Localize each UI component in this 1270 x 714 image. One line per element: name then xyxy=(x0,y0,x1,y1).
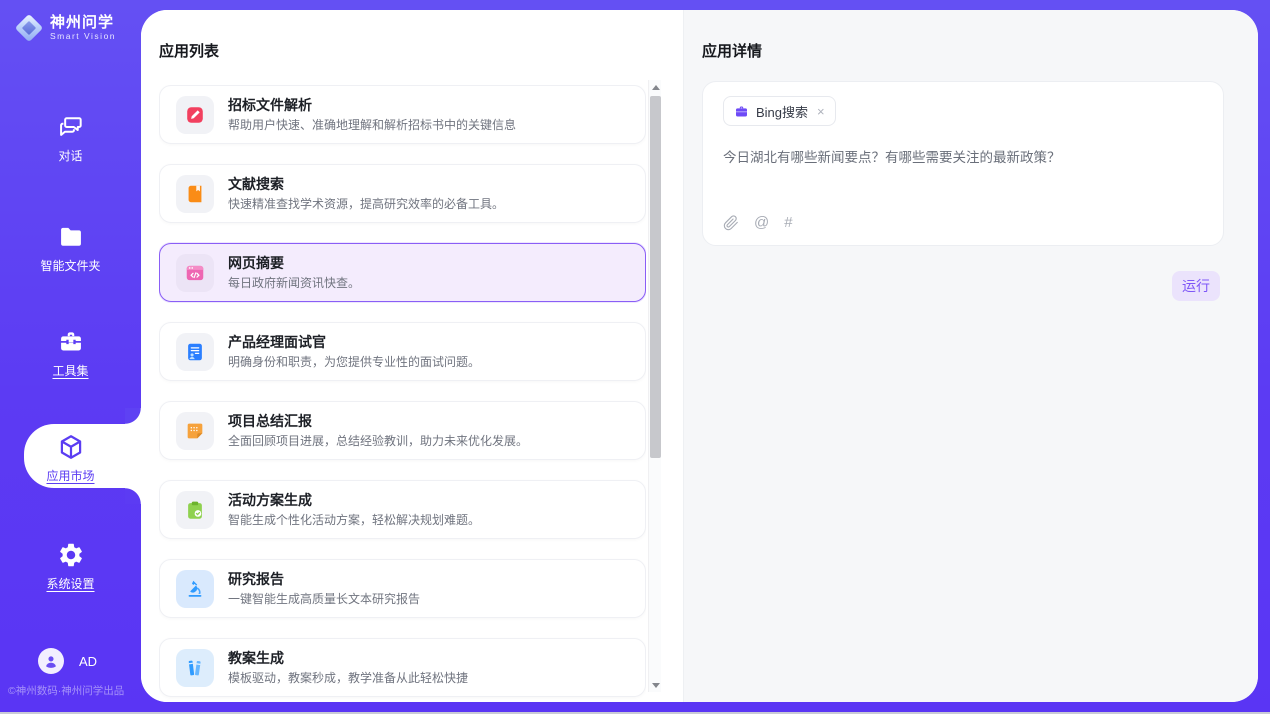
brand-logo: 神州问学 Smart Vision xyxy=(16,14,116,41)
book-icon xyxy=(176,175,214,213)
brand-name: 神州问学 xyxy=(50,14,116,31)
app-title: 产品经理面试官 xyxy=(228,334,480,351)
sidebar-item-toolbox[interactable]: 工具集 xyxy=(0,328,141,379)
edit-document-icon xyxy=(176,96,214,134)
sidebar-item-label: 对话 xyxy=(58,147,82,164)
app-card[interactable]: 项目总结汇报 全面回顾项目进展，总结经验教训，助力未来优化发展。 xyxy=(159,401,646,460)
briefcase-icon xyxy=(734,104,749,119)
app-description: 快速精准查找学术资源，提高研究效率的必备工具。 xyxy=(228,197,504,211)
gear-icon xyxy=(57,541,85,569)
sidebar-item-label: 工具集 xyxy=(52,362,88,379)
app-title: 招标文件解析 xyxy=(228,97,516,114)
app-card[interactable]: 产品经理面试官 明确身份和职责，为您提供专业性的面试问题。 xyxy=(159,322,646,381)
scroll-up-arrow-icon[interactable] xyxy=(649,80,662,94)
run-button[interactable]: 运行 xyxy=(1172,271,1220,301)
app-detail-section: 应用详情 Bing搜索 × 今日湖北有哪些新闻要点？有哪些需要关注的最新政策？ … xyxy=(683,10,1258,702)
list-scrollbar[interactable] xyxy=(648,80,661,692)
composer-toolbar: @# xyxy=(723,215,1203,231)
bubble-corner-top xyxy=(125,408,141,424)
app-card-list: 招标文件解析 帮助用户快速、准确地理解和解析招标书中的关键信息 文献搜索 快速精… xyxy=(159,85,646,702)
books-icon xyxy=(176,649,214,687)
chat-icon xyxy=(57,113,85,141)
sidebar-item-cube[interactable]: 应用市场 xyxy=(0,433,141,484)
app-description: 智能生成个性化活动方案，轻松解决规划难题。 xyxy=(228,513,480,527)
microscope-icon xyxy=(176,570,214,608)
sidebar-item-chat[interactable]: 对话 xyxy=(0,113,141,164)
scrollbar-thumb[interactable] xyxy=(650,96,661,458)
interview-doc-icon xyxy=(176,333,214,371)
toolbox-icon xyxy=(57,328,85,356)
app-list-title: 应用列表 xyxy=(159,40,219,61)
clipboard-check-icon xyxy=(176,491,214,529)
tool-tag-bing-search[interactable]: Bing搜索 × xyxy=(723,96,836,126)
sidebar-item-label: 应用市场 xyxy=(46,467,94,484)
sidebar-item-gear[interactable]: 系统设置 xyxy=(0,541,141,592)
note-icon xyxy=(176,412,214,450)
app-description: 每日政府新闻资讯快查。 xyxy=(228,276,360,290)
user-chip[interactable]: AD xyxy=(38,648,97,674)
hash-icon[interactable]: # xyxy=(784,215,792,231)
prompt-card: Bing搜索 × 今日湖北有哪些新闻要点？有哪些需要关注的最新政策？ @# xyxy=(702,81,1224,246)
bubble-corner-bottom xyxy=(125,488,141,504)
mention-icon[interactable]: @ xyxy=(754,215,769,231)
app-list-section: 应用列表 招标文件解析 帮助用户快速、准确地理解和解析招标书中的关键信息 文献搜… xyxy=(141,10,683,702)
app-title: 项目总结汇报 xyxy=(228,413,528,430)
app-window: 神州问学 Smart Vision 对话 智能文件夹 工具集 应用市场 系统设置… xyxy=(0,0,1270,714)
app-description: 明确身份和职责，为您提供专业性的面试问题。 xyxy=(228,355,480,369)
app-description: 模板驱动，教案秒成，教学准备从此轻松快捷 xyxy=(228,671,468,685)
attachment-icon[interactable] xyxy=(723,215,739,231)
folder-icon xyxy=(57,223,85,251)
app-card[interactable]: 招标文件解析 帮助用户快速、准确地理解和解析招标书中的关键信息 xyxy=(159,85,646,144)
app-card[interactable]: 文献搜索 快速精准查找学术资源，提高研究效率的必备工具。 xyxy=(159,164,646,223)
web-code-icon xyxy=(176,254,214,292)
app-description: 全面回顾项目进展，总结经验教训，助力未来优化发展。 xyxy=(228,434,528,448)
user-initials: AD xyxy=(79,654,97,669)
app-description: 帮助用户快速、准确地理解和解析招标书中的关键信息 xyxy=(228,118,516,132)
app-detail-title: 应用详情 xyxy=(702,40,762,61)
app-title: 文献搜索 xyxy=(228,176,504,193)
sidebar-item-folder[interactable]: 智能文件夹 xyxy=(0,223,141,274)
brand-subtitle: Smart Vision xyxy=(50,31,116,41)
app-title: 活动方案生成 xyxy=(228,492,480,509)
sidebar-footer: ©神州数码·神州问学出品 xyxy=(8,683,124,698)
close-icon[interactable]: × xyxy=(817,105,825,118)
app-title: 教案生成 xyxy=(228,650,468,667)
app-description: 一键智能生成高质量长文本研究报告 xyxy=(228,592,420,606)
app-title: 研究报告 xyxy=(228,571,420,588)
user-avatar-icon xyxy=(38,648,64,674)
app-card[interactable]: 研究报告 一键智能生成高质量长文本研究报告 xyxy=(159,559,646,618)
app-card[interactable]: 网页摘要 每日政府新闻资讯快查。 xyxy=(159,243,646,302)
scroll-down-arrow-icon[interactable] xyxy=(649,678,662,692)
cube-icon xyxy=(57,433,85,461)
app-title: 网页摘要 xyxy=(228,255,360,272)
tool-tag-label: Bing搜索 xyxy=(756,102,808,121)
diamond-logo-icon xyxy=(16,15,42,41)
prompt-text[interactable]: 今日湖北有哪些新闻要点？有哪些需要关注的最新政策？ xyxy=(723,148,1203,168)
sidebar-item-label: 系统设置 xyxy=(46,575,94,592)
app-card[interactable]: 活动方案生成 智能生成个性化活动方案，轻松解决规划难题。 xyxy=(159,480,646,539)
main-panel: 应用列表 招标文件解析 帮助用户快速、准确地理解和解析招标书中的关键信息 文献搜… xyxy=(141,10,1258,702)
sidebar-item-label: 智能文件夹 xyxy=(40,257,100,274)
app-card[interactable]: 教案生成 模板驱动，教案秒成，教学准备从此轻松快捷 xyxy=(159,638,646,697)
sidebar: 神州问学 Smart Vision 对话 智能文件夹 工具集 应用市场 系统设置… xyxy=(0,0,141,714)
